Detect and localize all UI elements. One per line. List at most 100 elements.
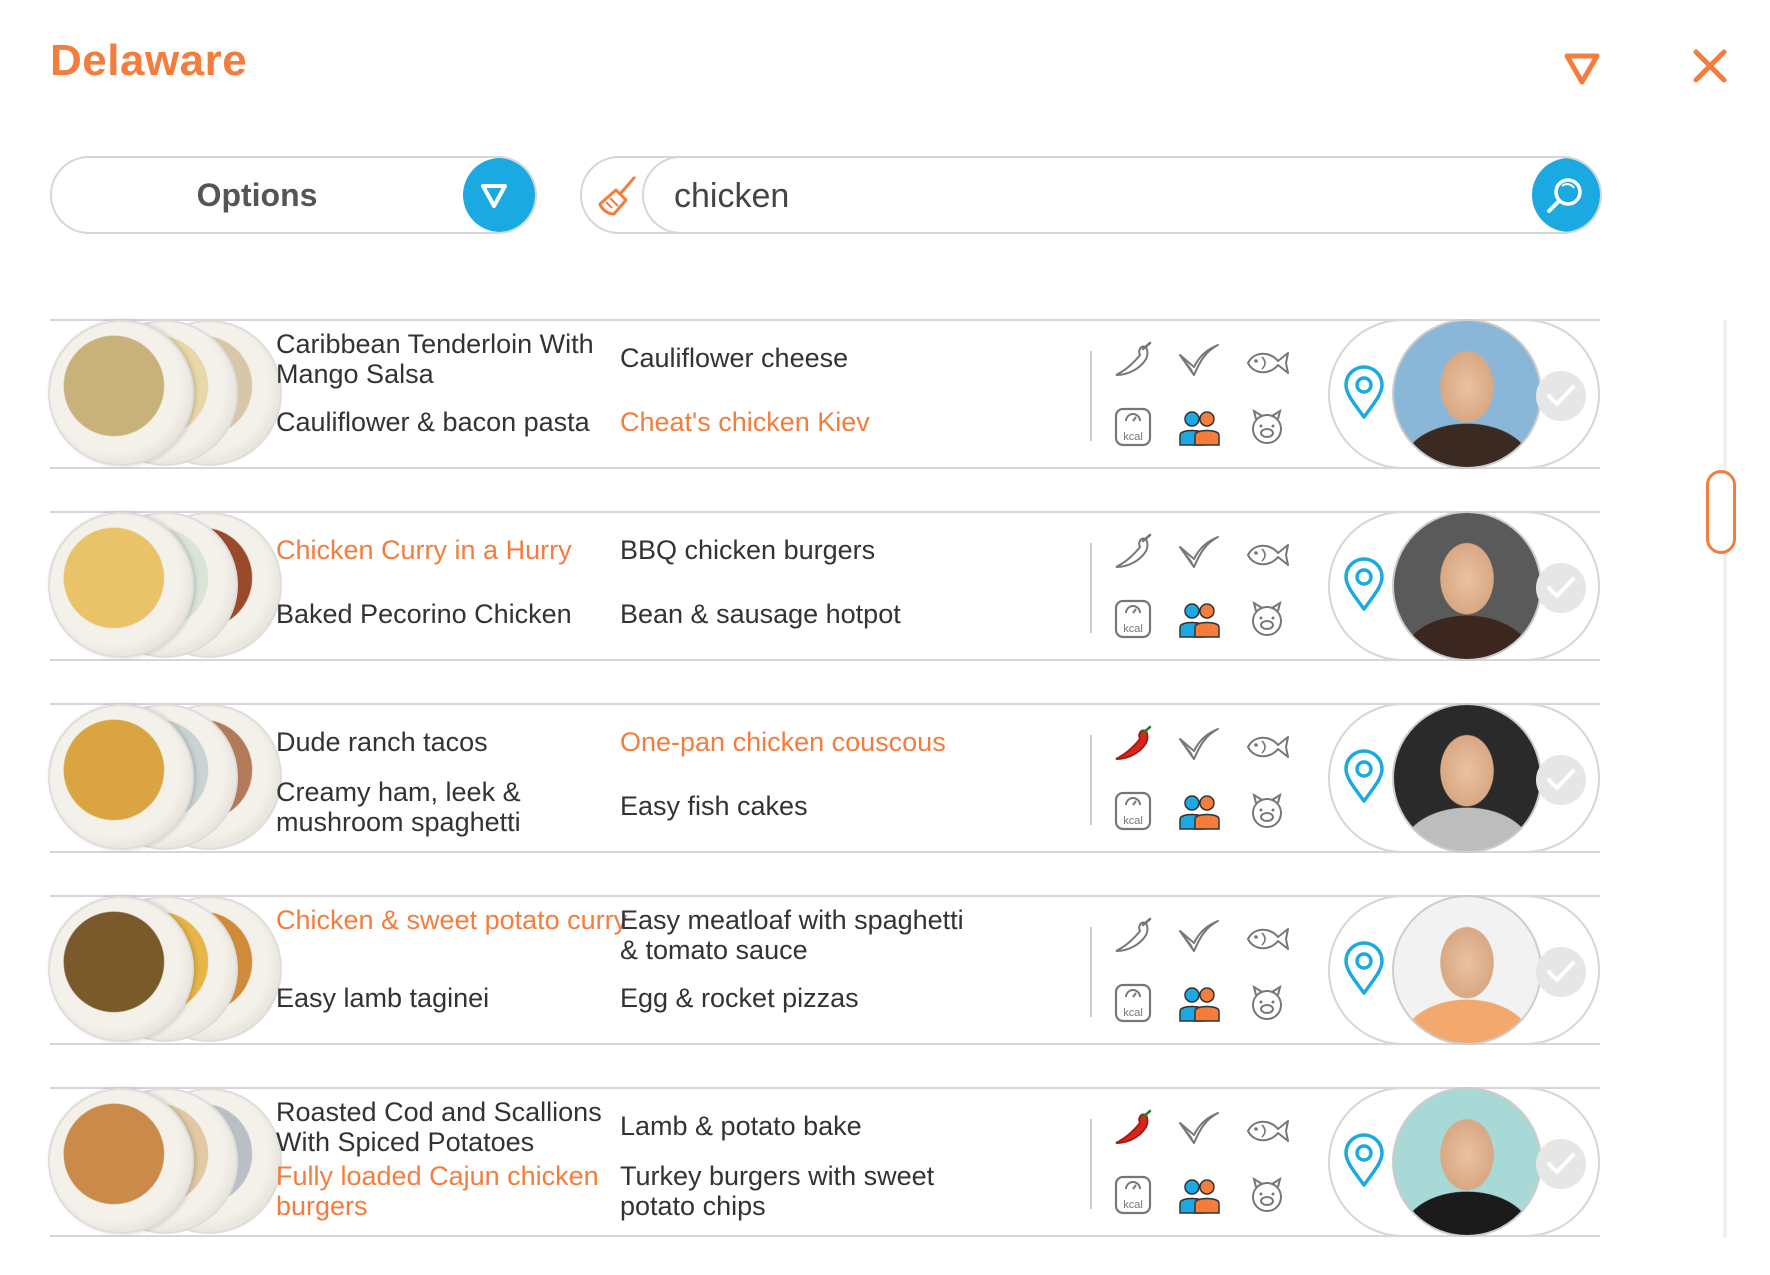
fish-icon[interactable] xyxy=(1244,725,1290,765)
select-check-button[interactable] xyxy=(1536,371,1586,421)
pig-icon[interactable] xyxy=(1244,1175,1290,1215)
chili-icon[interactable] xyxy=(1110,917,1156,957)
kcal-icon[interactable]: kcal xyxy=(1110,983,1156,1023)
scrollbar-thumb[interactable] xyxy=(1706,470,1736,554)
people-icon[interactable] xyxy=(1176,983,1222,1023)
scrollbar-track xyxy=(1723,320,1727,1238)
recipe-link[interactable]: Chicken & sweet potato curry xyxy=(276,905,636,935)
options-label: Options xyxy=(196,177,318,213)
kcal-icon[interactable]: kcal xyxy=(1110,1175,1156,1215)
recipe-link[interactable]: Easy fish cakes xyxy=(620,791,980,821)
recipe-link[interactable]: Caribbean Tenderloin With Mango Salsa xyxy=(276,329,636,389)
leaf-icon[interactable] xyxy=(1176,533,1222,573)
divider xyxy=(1090,1119,1092,1209)
select-check-button[interactable] xyxy=(1536,563,1586,613)
avatar[interactable] xyxy=(1392,703,1542,853)
kcal-icon[interactable]: kcal xyxy=(1110,791,1156,831)
kcal-label: kcal xyxy=(1123,1199,1143,1211)
recipe-link[interactable]: Cheat's chicken Kiev xyxy=(620,407,980,437)
recipe-thumbnail-image xyxy=(48,512,194,658)
recipe-thumbnails[interactable] xyxy=(48,512,292,662)
kcal-icon[interactable]: kcal xyxy=(1110,407,1156,447)
recipe-link[interactable]: Cauliflower & bacon pasta xyxy=(276,407,636,437)
select-check-button[interactable] xyxy=(1536,1139,1586,1189)
recipe-row: Roasted Cod and Scallions With Spiced Po… xyxy=(48,1087,1600,1238)
recipe-row: Dude ranch tacos One-pan chicken couscous… xyxy=(48,703,1600,854)
recipe-link[interactable]: Fully loaded Cajun chicken burgers xyxy=(276,1161,636,1221)
recipe-link[interactable]: Lamb & potato bake xyxy=(620,1111,980,1141)
divider xyxy=(1090,351,1092,441)
profile-pill xyxy=(1328,895,1600,1045)
avatar[interactable] xyxy=(1392,319,1542,469)
recipe-link[interactable]: Creamy ham, leek & mushroom spaghetti xyxy=(276,777,636,837)
people-icon[interactable] xyxy=(1176,407,1222,447)
recipe-link[interactable]: Turkey burgers with sweet potato chips xyxy=(620,1161,980,1221)
people-icon[interactable] xyxy=(1176,1175,1222,1215)
page-title: Delaware xyxy=(50,36,248,85)
location-pin-icon[interactable] xyxy=(1342,1133,1386,1189)
recipe-link[interactable]: Easy meatloaf with spaghetti & tomato sa… xyxy=(620,905,980,965)
location-pin-icon[interactable] xyxy=(1342,941,1386,997)
search-button[interactable] xyxy=(1532,158,1600,232)
recipe-link[interactable]: BBQ chicken burgers xyxy=(620,535,980,565)
dropdown-triangle-icon[interactable] xyxy=(1562,48,1602,88)
pig-icon[interactable] xyxy=(1244,983,1290,1023)
avatar[interactable] xyxy=(1392,511,1542,661)
divider xyxy=(1090,543,1092,633)
select-check-button[interactable] xyxy=(1536,755,1586,805)
clear-broom-icon[interactable] xyxy=(596,174,640,218)
options-toggle-button[interactable] xyxy=(463,158,535,232)
recipe-link[interactable]: Cauliflower cheese xyxy=(620,343,980,373)
recipe-link[interactable]: One-pan chicken couscous xyxy=(620,727,980,757)
recipe-thumbnails[interactable] xyxy=(48,1088,292,1238)
pig-icon[interactable] xyxy=(1244,407,1290,447)
kcal-label: kcal xyxy=(1123,623,1143,635)
avatar[interactable] xyxy=(1392,1087,1542,1237)
leaf-icon[interactable] xyxy=(1176,917,1222,957)
pig-icon[interactable] xyxy=(1244,599,1290,639)
divider xyxy=(1090,927,1092,1017)
leaf-icon[interactable] xyxy=(1176,725,1222,765)
chili-icon[interactable] xyxy=(1110,341,1156,381)
kcal-label: kcal xyxy=(1123,1007,1143,1019)
recipe-thumbnails[interactable] xyxy=(48,896,292,1046)
checkmark-icon xyxy=(1547,385,1575,406)
checkmark-icon xyxy=(1547,1153,1575,1174)
fish-icon[interactable] xyxy=(1244,1109,1290,1149)
kcal-label: kcal xyxy=(1123,815,1143,827)
select-check-button[interactable] xyxy=(1536,947,1586,997)
search-input[interactable] xyxy=(672,158,1456,232)
chili-icon[interactable] xyxy=(1110,725,1156,765)
recipe-link[interactable]: Bean & sausage hotpot xyxy=(620,599,980,629)
location-pin-icon[interactable] xyxy=(1342,365,1386,421)
recipe-link[interactable]: Dude ranch tacos xyxy=(276,727,636,757)
recipe-thumbnails[interactable] xyxy=(48,320,292,470)
leaf-icon[interactable] xyxy=(1176,341,1222,381)
options-dropdown[interactable]: Options xyxy=(50,156,537,234)
profile-pill xyxy=(1328,511,1600,661)
recipe-link[interactable]: Egg & rocket pizzas xyxy=(620,983,980,1013)
fish-icon[interactable] xyxy=(1244,533,1290,573)
close-icon[interactable] xyxy=(1690,46,1730,86)
profile-pill xyxy=(1328,1087,1600,1237)
leaf-icon[interactable] xyxy=(1176,1109,1222,1149)
recipe-link[interactable]: Roasted Cod and Scallions With Spiced Po… xyxy=(276,1097,636,1157)
people-icon[interactable] xyxy=(1176,599,1222,639)
recipe-thumbnails[interactable] xyxy=(48,704,292,854)
avatar[interactable] xyxy=(1392,895,1542,1045)
recipe-link[interactable]: Chicken Curry in a Hurry xyxy=(276,535,636,565)
kcal-icon[interactable]: kcal xyxy=(1110,599,1156,639)
fish-icon[interactable] xyxy=(1244,917,1290,957)
chili-icon[interactable] xyxy=(1110,533,1156,573)
pig-icon[interactable] xyxy=(1244,791,1290,831)
location-pin-icon[interactable] xyxy=(1342,557,1386,613)
recipe-thumbnail-image xyxy=(48,320,194,466)
recipe-link[interactable]: Baked Pecorino Chicken xyxy=(276,599,636,629)
profile-pill xyxy=(1328,703,1600,853)
location-pin-icon[interactable] xyxy=(1342,749,1386,805)
chili-icon[interactable] xyxy=(1110,1109,1156,1149)
fish-icon[interactable] xyxy=(1244,341,1290,381)
recipe-link[interactable]: Easy lamb taginei xyxy=(276,983,636,1013)
recipe-row: Caribbean Tenderloin With Mango Salsa Cau… xyxy=(48,319,1600,470)
people-icon[interactable] xyxy=(1176,791,1222,831)
